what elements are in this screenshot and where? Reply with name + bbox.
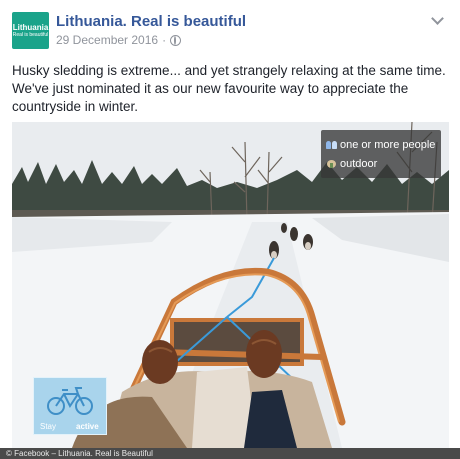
photo-tags-overlay: one or more people outdoor [321,130,441,178]
outdoor-icon [326,159,338,169]
image-credit: © Facebook – Lithuania. Real is Beautifu… [0,448,460,459]
badge-word-stay: Stay [40,422,57,431]
post-text: Husky sledding is extreme... and yet str… [12,62,452,116]
stay-active-badge: Stay active [33,377,107,435]
badge-word-active: active [76,422,99,431]
globe-icon [170,34,182,46]
tag-people-label: one or more people [340,139,436,151]
page-name-link[interactable]: Lithuania. Real is beautiful [56,13,246,30]
tag-outdoor: outdoor [326,158,377,170]
post-text-line1: Husky sledding is extreme... and yet str… [12,63,446,78]
post-date[interactable]: 29 December 2016 [56,33,158,47]
bicycle-icon [47,387,93,415]
tag-outdoor-label: outdoor [340,158,378,170]
chevron-down-icon[interactable] [431,12,444,25]
avatar-text-line1: Lithuania [12,23,49,32]
people-icon [326,140,338,150]
facebook-post: Lithuania Real is beautiful Lithuania. R… [0,0,460,459]
avatar-text-line2: Real is beautiful [12,32,49,38]
post-text-line3: countryside in winter. [12,99,139,114]
post-meta: 29 December 2016 · [56,33,182,47]
post-photo[interactable]: one or more people outdoor Stay active [12,122,449,448]
post-text-line2: We've just nominated it as our new favou… [12,81,409,96]
page-avatar[interactable]: Lithuania Real is beautiful [12,12,49,49]
meta-separator: · [162,33,167,47]
tag-people: one or more people [326,139,435,151]
